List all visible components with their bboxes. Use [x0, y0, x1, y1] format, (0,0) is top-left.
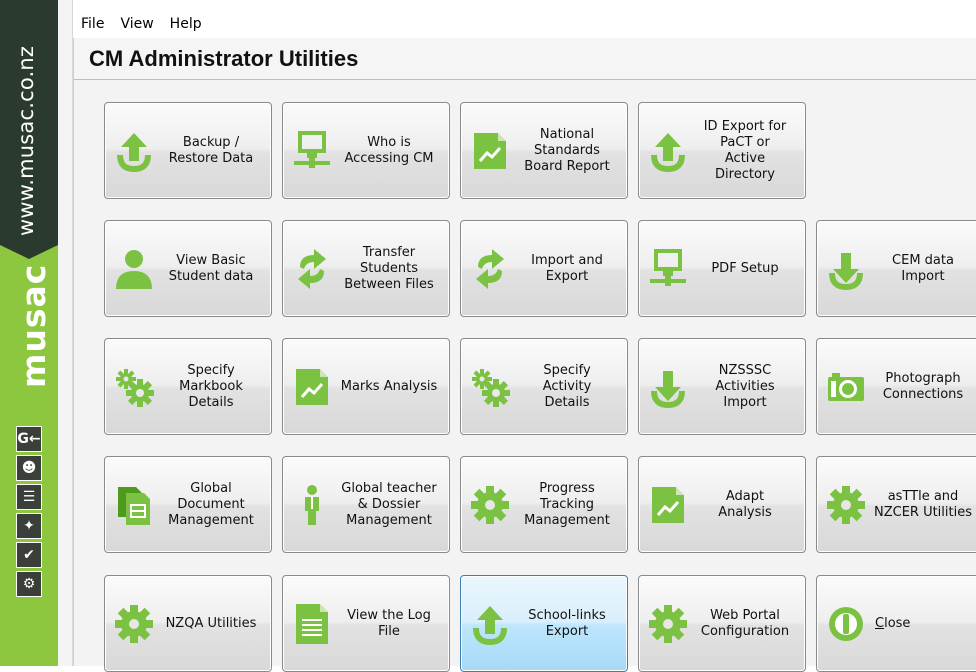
tile-label: CEM data Import	[892, 252, 954, 284]
tile-label: NZSSSC Activities Import	[715, 362, 775, 410]
tile-label: School-links Export	[528, 607, 606, 639]
tile-school-links-export-button[interactable]: School-links Export	[460, 575, 628, 672]
tile-pdf-setup-button[interactable]: PDF Setup	[638, 220, 806, 317]
download-icon	[823, 244, 869, 294]
utilities-window: CM Administrator Utilities Backup / Rest…	[73, 38, 976, 672]
tile-who-is-accessing-cm-button[interactable]: Who is Accessing CM	[282, 102, 450, 199]
tile-specify-markbook-details-button[interactable]: Specify Markbook Details	[104, 338, 272, 435]
network-computer-icon	[645, 244, 691, 294]
tile-label: Photograph Connections	[882, 370, 964, 402]
report-icon[interactable]: ☰	[16, 484, 42, 510]
tile-global-document-management-button[interactable]: Global Document Management	[104, 456, 272, 553]
tile-backup-restore-data-button[interactable]: Backup / Restore Data	[104, 102, 272, 199]
menu-bar: File View Help	[73, 12, 976, 36]
tile-label: asTTle and NZCER Utilities	[873, 488, 972, 520]
tile-label: ID Export for PaCT or Active Directory	[703, 118, 787, 182]
tile-nzsssc-activities-import-button[interactable]: NZSSSC Activities Import	[638, 338, 806, 435]
brand-panel: www.musac.co.nz musac	[0, 0, 58, 420]
tile-label: NZQA Utilities	[165, 615, 257, 631]
refresh-arrows-icon	[289, 244, 335, 294]
camera-icon	[823, 362, 869, 412]
upload-icon	[645, 126, 691, 176]
tile-label: Specify Markbook Details	[179, 362, 243, 410]
download-icon	[645, 362, 691, 412]
chart-document-icon	[467, 126, 513, 176]
brand-url: www.musac.co.nz	[14, 45, 38, 236]
tile-transfer-students-between-files-button[interactable]: Transfer Students Between Files	[282, 220, 450, 317]
puzzle-icon[interactable]: ✦	[16, 513, 42, 539]
refresh-arrows-icon	[467, 244, 513, 294]
gear-icon	[645, 599, 691, 649]
brand-url-panel: www.musac.co.nz	[0, 0, 58, 259]
tile-global-teacher-dossier-management-button[interactable]: Global teacher & Dossier Management	[282, 456, 450, 553]
tile-id-export-for-pact-or-active-directory-button[interactable]: ID Export for PaCT or Active Directory	[638, 102, 806, 199]
tile-label: Marks Analysis	[340, 378, 438, 394]
chart-document-icon	[289, 362, 335, 412]
brand-logo: musac	[14, 263, 53, 388]
sidebar-divider	[58, 0, 73, 666]
sidebar-icon-bar: G← ☻ ☰ ✦ ✔ ⚙	[14, 426, 44, 600]
tile-adapt-analysis-button[interactable]: Adapt Analysis	[638, 456, 806, 553]
tile-label: Progress Tracking Management	[524, 480, 610, 528]
chart-document-icon	[645, 480, 691, 530]
teacher-icon	[289, 480, 335, 530]
tile-label: Import and Export	[531, 252, 603, 284]
tile-label: Backup / Restore Data	[168, 134, 254, 166]
gear-icon	[111, 599, 157, 649]
gear-icon	[467, 480, 513, 530]
tile-label: Global teacher & Dossier Management	[341, 480, 437, 528]
menu-help[interactable]: Help	[162, 16, 210, 32]
tile-label: View Basic Student data	[168, 252, 254, 284]
tile-label: National Standards Board Report	[524, 126, 610, 174]
tile-label: Who is Accessing CM	[344, 134, 434, 166]
tile-label: Close	[875, 615, 911, 631]
menu-file[interactable]: File	[73, 16, 112, 32]
title-bar: CM Administrator Utilities	[74, 38, 976, 80]
tile-close-button[interactable]: Close	[816, 575, 976, 672]
tile-marks-analysis-button[interactable]: Marks Analysis	[282, 338, 450, 435]
window-title: CM Administrator Utilities	[89, 45, 359, 71]
tile-label: Transfer Students Between Files	[344, 244, 434, 292]
tile-view-basic-student-data-button[interactable]: View Basic Student data	[104, 220, 272, 317]
check-icon[interactable]: ✔	[16, 542, 42, 568]
tile-specify-activity-details-button[interactable]: Specify Activity Details	[460, 338, 628, 435]
network-computer-icon	[289, 126, 335, 176]
tile-national-standards-board-report-button[interactable]: National Standards Board Report	[460, 102, 628, 199]
person-icon	[111, 244, 157, 294]
tile-label: Adapt Analysis	[718, 488, 772, 520]
tile-import-and-export-button[interactable]: Import and Export	[460, 220, 628, 317]
tile-label: Specify Activity Details	[542, 362, 592, 410]
menu-view[interactable]: View	[112, 16, 161, 32]
tile-view-the-log-file-button[interactable]: View the Log File	[282, 575, 450, 672]
tile-label: Global Document Management	[168, 480, 254, 528]
tile-progress-tracking-management-button[interactable]: Progress Tracking Management	[460, 456, 628, 553]
exit-icon[interactable]: G←	[16, 426, 42, 452]
power-icon	[823, 599, 869, 649]
gears-icon	[467, 362, 513, 412]
tile-label: View the Log File	[347, 607, 431, 639]
tile-label: PDF Setup	[711, 260, 779, 276]
brand-sidebar: www.musac.co.nz musac G← ☻ ☰ ✦ ✔ ⚙	[0, 0, 58, 666]
tile-web-portal-configuration-button[interactable]: Web Portal Configuration	[638, 575, 806, 672]
upload-icon	[111, 126, 157, 176]
text-document-icon	[289, 599, 335, 649]
upload-icon	[467, 599, 513, 649]
gears-icon	[111, 362, 157, 412]
tile-cem-data-import-button[interactable]: CEM data Import	[816, 220, 976, 317]
user-icon[interactable]: ☻	[16, 455, 42, 481]
documents-icon	[111, 480, 157, 530]
tile-asttle-and-nzcer-utilities-button[interactable]: asTTle and NZCER Utilities	[816, 456, 976, 553]
tile-label: Web Portal Configuration	[700, 607, 790, 639]
gear-icon[interactable]: ⚙	[16, 571, 42, 597]
tile-photograph-connections-button[interactable]: Photograph Connections	[816, 338, 976, 435]
gear-icon	[823, 480, 869, 530]
tile-nzqa-utilities-button[interactable]: NZQA Utilities	[104, 575, 272, 672]
